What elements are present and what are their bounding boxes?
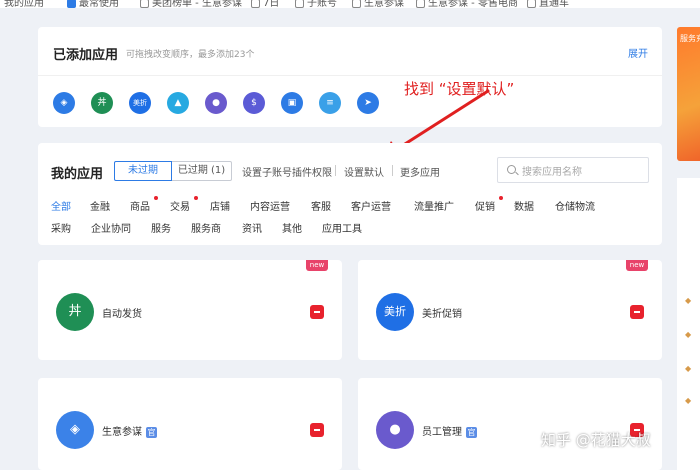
- divider: [38, 75, 662, 76]
- remove-button[interactable]: [630, 305, 644, 319]
- divider: [335, 165, 336, 176]
- list-item: ◆: [685, 296, 692, 305]
- bookmark-item[interactable]: 最常使用: [67, 0, 119, 8]
- set-subaccount-permission-link[interactable]: 设置子账号插件权限: [242, 164, 332, 179]
- category-filter[interactable]: 金融: [90, 198, 110, 213]
- shoe-icon[interactable]: ▲: [167, 92, 189, 114]
- auto-ship-icon: 丼: [56, 293, 94, 331]
- bookmark-item[interactable]: 我的应用: [4, 0, 44, 8]
- bookmark-item[interactable]: 子账号: [295, 0, 337, 8]
- app-name-row: 生意参谋官: [102, 423, 157, 438]
- send-icon[interactable]: ➤: [357, 92, 379, 114]
- added-apps-hint: 可拖拽改变顺序，最多添加23个: [126, 50, 255, 60]
- category-filter[interactable]: 采购: [51, 220, 71, 235]
- category-filter[interactable]: 服务商: [191, 220, 221, 235]
- category-filter[interactable]: 资讯: [242, 220, 262, 235]
- page-icon: [295, 0, 304, 8]
- search-box[interactable]: 搜索应用名称: [497, 157, 649, 183]
- staff-icon: ●: [376, 411, 414, 449]
- bookmark-item[interactable]: 生意参谋: [352, 0, 404, 8]
- category-filter[interactable]: 客户运营: [351, 198, 391, 213]
- bookmark-item[interactable]: 生意参谋 - 零售电商: [416, 0, 518, 8]
- list-item: ◆: [685, 330, 692, 339]
- new-badge: new: [306, 260, 328, 271]
- search-input[interactable]: 搜索应用名称: [522, 163, 582, 178]
- category-filter[interactable]: 店铺: [210, 198, 230, 213]
- remove-button[interactable]: [310, 305, 324, 319]
- category-filter[interactable]: 客服: [311, 198, 331, 213]
- page-icon: [527, 0, 536, 8]
- compass-icon: ◈: [56, 411, 94, 449]
- app-name: 美折促销: [422, 309, 462, 320]
- set-default-link[interactable]: 设置默认: [344, 164, 384, 179]
- new-badge: new: [626, 260, 648, 271]
- more-apps-link[interactable]: 更多应用: [400, 164, 440, 179]
- page-icon: [352, 0, 361, 8]
- category-filter[interactable]: 交易: [170, 198, 190, 213]
- category-filter[interactable]: 企业协同: [91, 220, 131, 235]
- category-filter[interactable]: 商品: [130, 198, 150, 213]
- bookmark-item[interactable]: 7日: [251, 0, 279, 8]
- category-filter[interactable]: 服务: [151, 220, 171, 235]
- expand-link[interactable]: 展开: [628, 45, 648, 60]
- app-card-business-advisor[interactable]: ◈ 生意参谋官: [38, 378, 342, 470]
- page-icon: [416, 0, 425, 8]
- category-filter[interactable]: 仓储物流: [555, 198, 595, 213]
- app-name: 员工管理: [422, 427, 462, 438]
- app-name-row: 员工管理官: [422, 423, 477, 438]
- side-panel: ◆ ◆ ◆ ◆: [677, 178, 700, 470]
- added-apps-title: 已添加应用: [53, 48, 119, 63]
- category-filter[interactable]: 促销: [475, 198, 495, 213]
- list-item: ◆: [685, 396, 692, 405]
- bookmark-icon: [67, 0, 76, 8]
- staff-icon[interactable]: ●: [205, 92, 227, 114]
- my-apps-panel: 我的应用 未过期 已过期 (1) 设置子账号插件权限 设置默认 更多应用 搜索应…: [38, 143, 662, 245]
- tab-unexpired[interactable]: 未过期: [114, 161, 172, 181]
- meizhe-icon: 美折: [376, 293, 414, 331]
- page-icon: [140, 0, 149, 8]
- app-card-staff-management[interactable]: ● 员工管理官: [358, 378, 662, 470]
- official-badge: 官: [146, 426, 157, 438]
- bookmark-item[interactable]: 美团榜单 - 生意参谋: [140, 0, 242, 8]
- watermark: 知乎 @花猫大叔: [541, 431, 651, 449]
- banner-text: 服务充: [680, 34, 700, 43]
- auto-ship-icon[interactable]: 丼: [91, 92, 113, 114]
- promo-banner[interactable]: 服务充: [677, 27, 700, 161]
- category-filter[interactable]: 流量推广: [414, 198, 454, 213]
- red-dot-badge: [499, 196, 503, 200]
- red-dot-badge: [154, 196, 158, 200]
- remove-button[interactable]: [310, 423, 324, 437]
- tab-expired[interactable]: 已过期 (1): [172, 161, 232, 181]
- search-icon: [507, 165, 516, 174]
- app-card-meizhe[interactable]: new 美折 美折促销: [358, 260, 662, 360]
- official-badge: 官: [466, 426, 477, 438]
- divider: [392, 165, 393, 176]
- my-apps-title: 我的应用: [51, 167, 104, 182]
- meizhe-icon[interactable]: 美折: [129, 92, 151, 114]
- category-filter[interactable]: 其他: [282, 220, 302, 235]
- app-card-auto-ship[interactable]: new 丼 自动发货: [38, 260, 342, 360]
- category-filter[interactable]: 内容运营: [250, 198, 290, 213]
- shop-bag-icon[interactable]: ▣: [281, 92, 303, 114]
- list-item: ◆: [685, 364, 692, 373]
- money-bag-icon[interactable]: $: [243, 92, 265, 114]
- bookmarks-bar: 我的应用 最常使用 美团榜单 - 生意参谋 7日 子账号 生意参谋 生意参谋 -…: [0, 0, 700, 8]
- app-name: 自动发货: [102, 309, 142, 320]
- category-filter[interactable]: 应用工具: [322, 220, 362, 235]
- added-apps-panel: 已添加应用 可拖拽改变顺序，最多添加23个 展开 ◈ 丼美折 ▲ ● $ ▣ ≡ ➤: [38, 27, 662, 127]
- coupon-icon[interactable]: ≡: [319, 92, 341, 114]
- category-filter[interactable]: 数据: [514, 198, 534, 213]
- compass-icon[interactable]: ◈: [53, 92, 75, 114]
- app-name: 生意参谋: [102, 427, 142, 438]
- bookmark-item[interactable]: 直通车: [527, 0, 569, 8]
- page-icon: [251, 0, 260, 8]
- category-filter[interactable]: 全部: [51, 198, 71, 213]
- red-dot-badge: [194, 196, 198, 200]
